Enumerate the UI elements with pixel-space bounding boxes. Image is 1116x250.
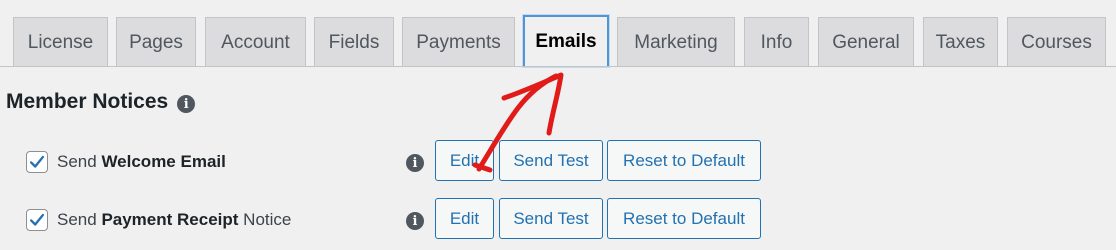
- section-header: Member Notices i: [6, 90, 196, 114]
- tab-general[interactable]: General: [818, 17, 914, 67]
- tab-pages[interactable]: Pages: [116, 17, 196, 67]
- tab-account[interactable]: Account: [205, 17, 306, 67]
- send-test-button[interactable]: Send Test: [499, 140, 603, 181]
- welcome-email-checkbox[interactable]: [26, 151, 48, 173]
- tab-taxes[interactable]: Taxes: [923, 17, 998, 67]
- reset-to-default-button[interactable]: Reset to Default: [607, 140, 761, 181]
- info-icon[interactable]: i: [406, 212, 424, 230]
- payment-receipt-checkbox[interactable]: [26, 209, 48, 231]
- checkmark-icon: [29, 213, 45, 226]
- edit-button[interactable]: Edit: [435, 198, 494, 239]
- info-icon[interactable]: i: [177, 95, 196, 113]
- settings-tab-bar: License Pages Account Fields Payments Em…: [0, 0, 1116, 67]
- payment-receipt-label: Send Payment Receipt Notice: [57, 210, 291, 230]
- notice-row-payment-receipt: Send Payment Receipt Notice i Edit Send …: [0, 198, 1116, 240]
- info-icon[interactable]: i: [406, 154, 424, 172]
- tab-marketing[interactable]: Marketing: [617, 17, 735, 67]
- send-test-button[interactable]: Send Test: [499, 198, 603, 239]
- notice-row-welcome-email: Send Welcome Email i Edit Send Test Rese…: [0, 140, 1116, 182]
- notice-name: Welcome Email: [101, 152, 226, 171]
- tab-info[interactable]: Info: [744, 17, 809, 67]
- label-prefix: Send: [57, 152, 102, 171]
- tab-fields[interactable]: Fields: [314, 17, 394, 67]
- welcome-email-label: Send Welcome Email: [57, 152, 226, 172]
- label-prefix: Send: [57, 210, 102, 229]
- label-suffix: Notice: [238, 210, 292, 229]
- tab-bar-divider: [0, 66, 1116, 67]
- edit-button[interactable]: Edit: [435, 140, 494, 181]
- tab-payments[interactable]: Payments: [402, 17, 515, 67]
- reset-to-default-button[interactable]: Reset to Default: [607, 198, 761, 239]
- tab-license[interactable]: License: [13, 17, 108, 67]
- checkmark-icon: [29, 155, 45, 168]
- tab-emails[interactable]: Emails: [523, 15, 609, 67]
- notice-name: Payment Receipt: [101, 210, 239, 229]
- section-title: Member Notices: [6, 90, 169, 113]
- tab-courses[interactable]: Courses: [1007, 17, 1106, 67]
